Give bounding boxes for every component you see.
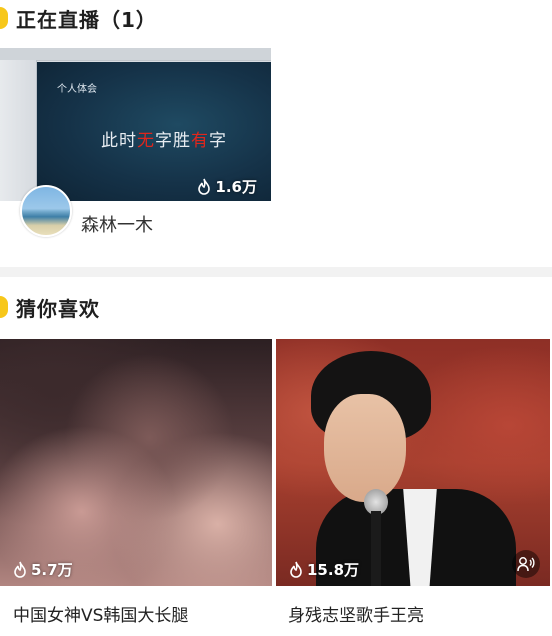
- live-section-header: 正在直播（1）: [0, 0, 157, 36]
- heat-value: 15.8万: [307, 561, 360, 579]
- title-marker: [0, 7, 8, 29]
- host-avatar[interactable]: [20, 185, 72, 237]
- singer-face: [324, 394, 406, 502]
- recommend-thumbnail[interactable]: 5.7万: [0, 339, 272, 586]
- thumbnail-toolbar: [0, 48, 271, 61]
- heat-value: 1.6万: [215, 178, 257, 196]
- recommend-section-header: 猜你喜欢: [0, 289, 100, 325]
- title-marker: [0, 296, 8, 318]
- recommend-card[interactable]: 5.7万 中国女神VS韩国大长腿: [0, 339, 272, 636]
- recommend-card[interactable]: 15.8万 身残志坚歌手王亮: [276, 339, 550, 636]
- microphone: [364, 489, 388, 586]
- host-name[interactable]: 森林一木: [81, 211, 153, 237]
- slide-main-text: 此时无字胜有字: [101, 131, 227, 151]
- flame-icon: [198, 178, 211, 195]
- flame-icon: [290, 561, 302, 578]
- voice-chat-icon[interactable]: [512, 550, 540, 578]
- flame-icon: [14, 561, 26, 578]
- recommend-thumbnail[interactable]: 15.8万: [276, 339, 550, 586]
- live-stream-card[interactable]: 个人体会 此时无字胜有字 1.6万 森林一木: [0, 48, 271, 244]
- thumbnail-side-panel: [0, 60, 37, 201]
- recommend-title[interactable]: 身残志坚歌手王亮: [288, 601, 424, 626]
- recommend-section-title: 猜你喜欢: [16, 296, 100, 321]
- recommend-heat-count: 15.8万: [288, 559, 359, 580]
- section-divider: [0, 267, 552, 277]
- recommend-heat-count: 5.7万: [12, 559, 73, 580]
- heat-value: 5.7万: [31, 561, 73, 579]
- blurred-cover-image: [0, 339, 272, 586]
- live-heat-count: 1.6万: [196, 176, 257, 197]
- live-section-title: 正在直播（1）: [16, 7, 157, 32]
- live-stream-thumbnail[interactable]: 个人体会 此时无字胜有字 1.6万: [0, 48, 271, 201]
- slide-heading: 个人体会: [57, 84, 97, 95]
- recommend-title[interactable]: 中国女神VS韩国大长腿: [13, 601, 188, 626]
